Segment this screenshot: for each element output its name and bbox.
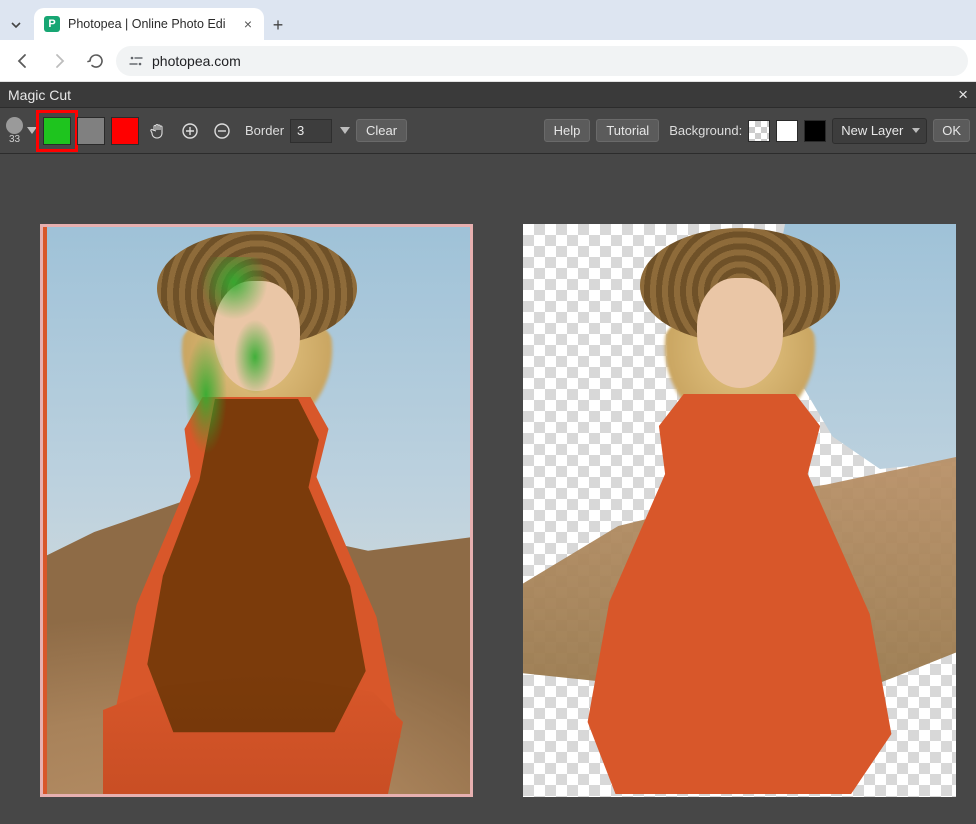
dialog-title: Magic Cut [8, 87, 71, 103]
border-label: Border [245, 123, 284, 138]
dialog-titlebar: Magic Cut × [0, 82, 976, 108]
neutral-color-swatch[interactable] [77, 117, 105, 145]
bg-option-white[interactable] [776, 120, 798, 142]
photopea-app: Magic Cut × 33 Border Clear Help Tutor [0, 82, 976, 824]
brush-size-value: 33 [9, 134, 20, 145]
bg-option-black[interactable] [804, 120, 826, 142]
browser-toolbar: photopea.com [0, 40, 976, 82]
border-dropdown-icon[interactable] [340, 127, 350, 134]
browser-tab[interactable]: P Photopea | Online Photo Edi × [34, 8, 264, 40]
foreground-color-swatch[interactable] [43, 117, 71, 145]
address-bar[interactable]: photopea.com [116, 46, 968, 76]
new-tab-button[interactable]: + [264, 15, 292, 40]
site-settings-icon[interactable] [128, 54, 144, 68]
ok-button[interactable]: OK [933, 119, 970, 142]
foreground-brush-strokes [178, 257, 318, 507]
result-preview-panel[interactable] [523, 224, 956, 797]
output-layer-select[interactable]: New Layer [832, 118, 927, 144]
brush-size-indicator[interactable]: 33 [6, 117, 23, 145]
tab-close-icon[interactable]: × [242, 16, 254, 32]
tab-list-dropdown[interactable] [0, 10, 32, 40]
dialog-close-icon[interactable]: × [958, 85, 968, 105]
zoom-out-icon[interactable] [209, 118, 235, 144]
url-text: photopea.com [152, 53, 241, 69]
nav-reload-button[interactable] [80, 46, 110, 76]
background-label: Background: [669, 123, 742, 138]
magic-cut-toolbar: 33 Border Clear Help Tutorial Background… [0, 108, 976, 154]
hand-tool-icon[interactable] [145, 118, 171, 144]
canvas-area [0, 154, 976, 824]
tab-title: Photopea | Online Photo Edi [68, 17, 234, 31]
nav-forward-button[interactable] [44, 46, 74, 76]
help-button[interactable]: Help [544, 119, 591, 142]
brush-size-dropdown-icon[interactable] [27, 127, 37, 134]
photopea-favicon: P [44, 16, 60, 32]
bg-option-transparent[interactable] [748, 120, 770, 142]
tutorial-button[interactable]: Tutorial [596, 119, 659, 142]
source-image-panel[interactable] [40, 224, 473, 797]
clear-button[interactable]: Clear [356, 119, 407, 142]
zoom-in-icon[interactable] [177, 118, 203, 144]
browser-tab-strip: P Photopea | Online Photo Edi × + [0, 0, 976, 40]
nav-back-button[interactable] [8, 46, 38, 76]
background-color-swatch[interactable] [111, 117, 139, 145]
border-input[interactable] [290, 119, 332, 143]
